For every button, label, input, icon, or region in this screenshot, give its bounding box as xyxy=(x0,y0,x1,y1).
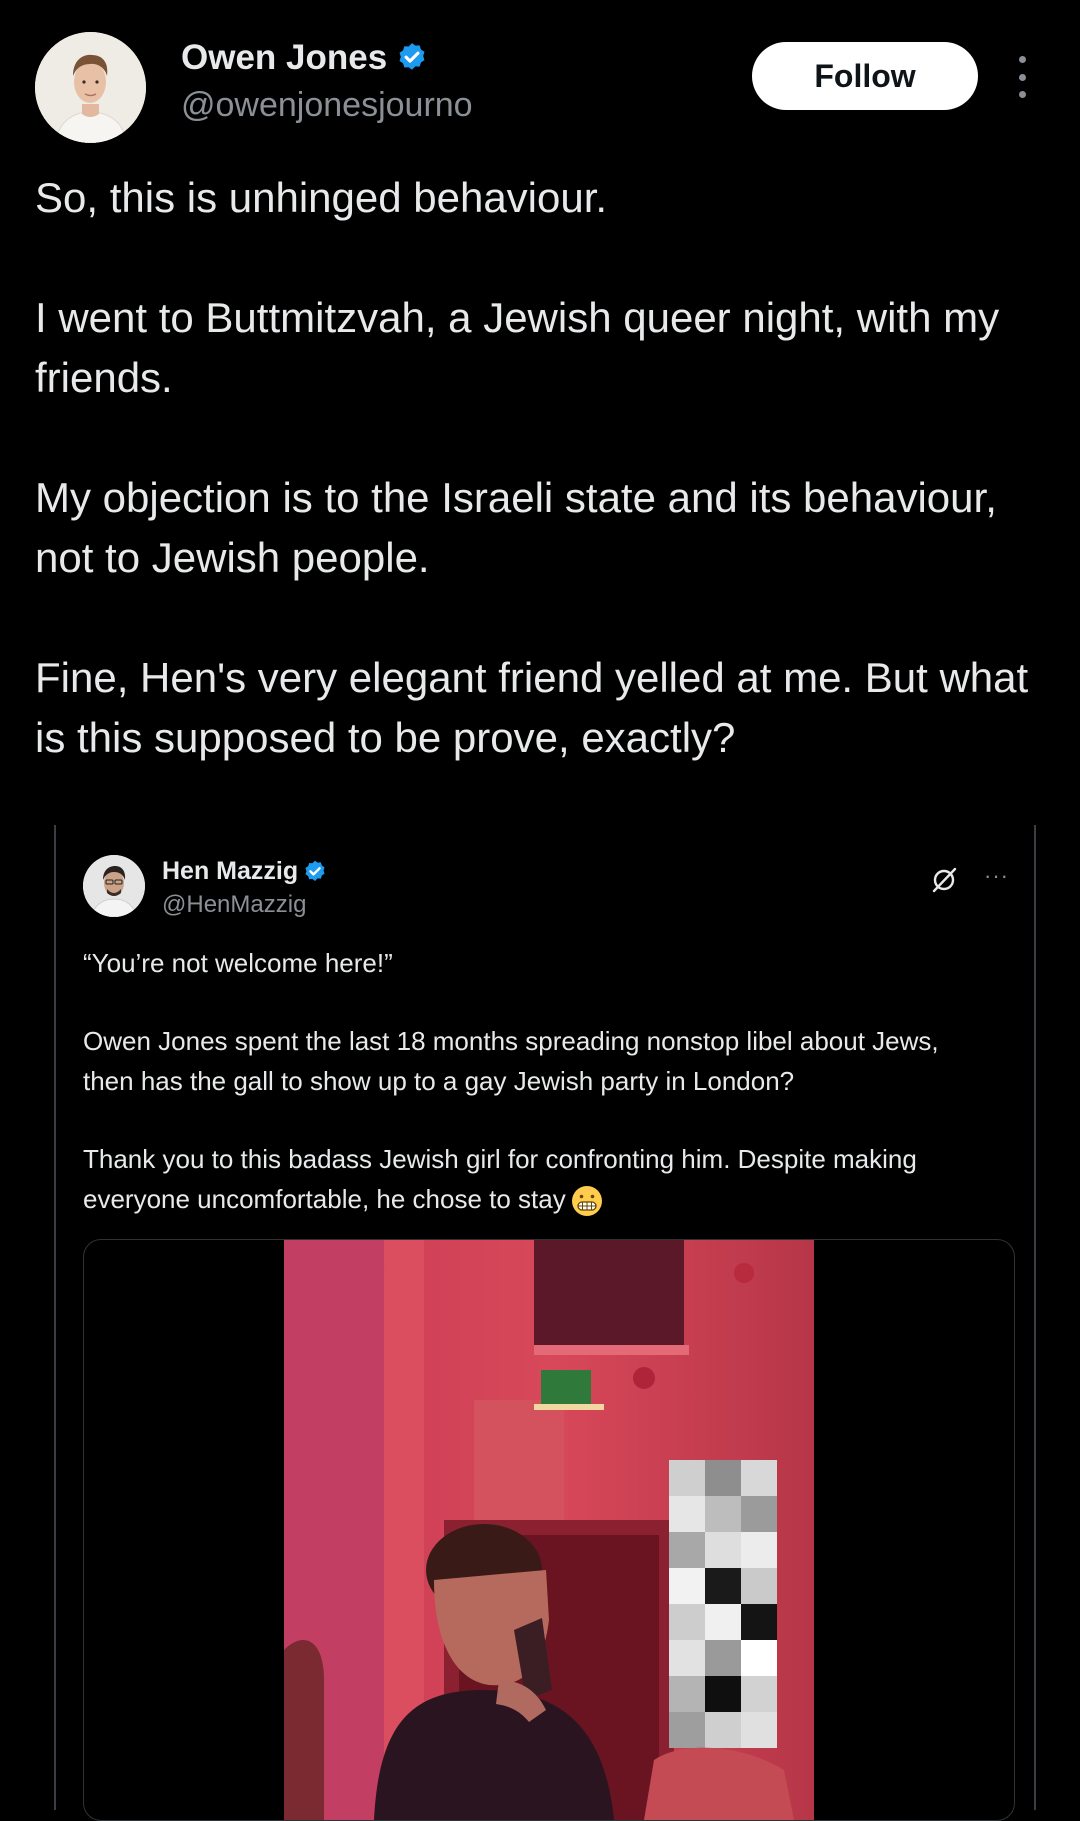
quoted-media[interactable] xyxy=(83,1239,1015,1821)
follow-button[interactable]: Follow xyxy=(752,42,978,110)
verified-badge-icon xyxy=(305,860,325,881)
quoted-more-icon[interactable]: ··· xyxy=(984,863,1009,889)
grok-icon[interactable] xyxy=(929,865,959,895)
video-still[interactable] xyxy=(284,1240,814,1820)
author-handle[interactable]: @owenjonesjourno xyxy=(181,86,473,125)
quoted-author-name[interactable]: Hen Mazzig xyxy=(162,857,328,886)
tweet-paragraph: Fine, Hen's very elegant friend yelled a… xyxy=(35,654,1029,761)
tweet: Owen Jones @owenjonesjourno Follow So, t… xyxy=(0,0,1080,1821)
tweet-paragraph: My objection is to the Israeli state and… xyxy=(35,474,997,581)
quoted-paragraph: “You’re not welcome here!” xyxy=(83,948,393,978)
pixelated-face xyxy=(669,1460,777,1748)
quoted-author-name-text[interactable]: Hen Mazzig xyxy=(162,857,298,886)
author-name-text[interactable]: Owen Jones xyxy=(181,38,387,78)
more-vertical-icon[interactable] xyxy=(1006,52,1038,102)
verified-badge-icon xyxy=(399,43,425,70)
author-name[interactable]: Owen Jones xyxy=(181,38,429,78)
quoted-tweet[interactable]: Hen Mazzig @HenMazzig ··· “You’re not we… xyxy=(54,825,1036,1821)
quoted-author-handle[interactable]: @HenMazzig xyxy=(162,891,306,919)
author-avatar[interactable] xyxy=(35,32,146,143)
quoted-paragraph-last: Thank you to this badass Jewish girl for… xyxy=(83,1139,993,1219)
quoted-paragraph: Owen Jones spent the last 18 months spre… xyxy=(83,1026,939,1096)
tweet-paragraph: So, this is unhinged behaviour. xyxy=(35,174,608,221)
quoted-tweet-text: “You’re not welcome here!” Owen Jones sp… xyxy=(83,943,993,1219)
quoted-paragraph: Thank you to this badass Jewish girl for… xyxy=(83,1144,917,1214)
tweet-text: So, this is unhinged behaviour. I went t… xyxy=(35,168,1055,828)
quoted-author-avatar[interactable] xyxy=(83,855,145,917)
tweet-paragraph: I went to Buttmitzvah, a Jewish queer ni… xyxy=(35,294,1000,401)
grimacing-face-icon xyxy=(571,1186,602,1217)
